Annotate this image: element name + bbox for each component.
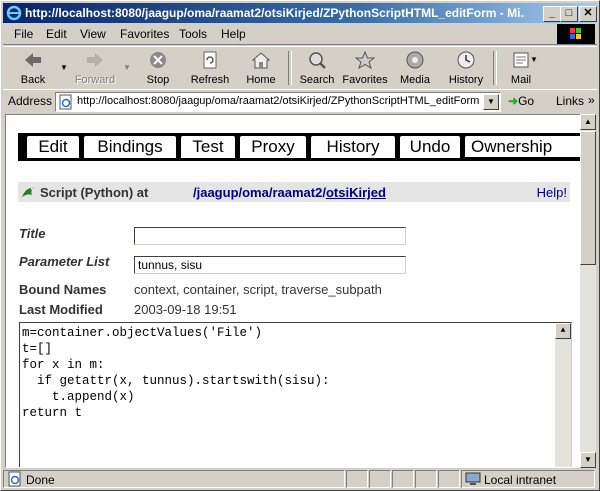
page-scrollbar[interactable]: ▲ ▼: [580, 114, 596, 468]
tab-ownership[interactable]: Ownership: [464, 135, 580, 157]
script-type-label: Script (Python) at: [40, 185, 149, 200]
script-body-text: m=container.objectValues('File') t=[] fo…: [22, 326, 330, 420]
zone-pane: Local intranet: [461, 470, 595, 488]
scrollbar-thumb[interactable]: [580, 131, 596, 265]
scroll-down-icon[interactable]: ▼: [580, 452, 596, 468]
mail-icon: [513, 52, 529, 68]
search-button[interactable]: Search: [291, 49, 343, 87]
menu-view[interactable]: View: [80, 27, 106, 41]
address-dropdown-button[interactable]: ▼: [483, 94, 499, 110]
address-input[interactable]: http://localhost:8080/jaagup/oma/raamat2…: [55, 92, 501, 112]
favorites-star-icon: [354, 50, 376, 70]
status-pane: Done: [3, 470, 345, 488]
forward-button[interactable]: Forward: [69, 49, 121, 87]
address-url: http://localhost:8080/jaagup/oma/raamat2…: [77, 95, 480, 107]
media-icon: [406, 51, 424, 69]
menu-favorites[interactable]: Favorites: [120, 27, 169, 41]
breadcrumb: /jaagup/oma/raamat2/otsiKirjed: [193, 185, 386, 200]
window-title: http://localhost:8080/jaagup/oma/raamat2…: [25, 6, 525, 20]
last-modified-label: Last Modified: [19, 302, 103, 317]
home-icon: [251, 52, 271, 69]
mail-button[interactable]: Mail: [495, 49, 547, 87]
back-arrow-icon: [25, 53, 41, 67]
tab-proxy[interactable]: Proxy: [239, 135, 307, 158]
go-arrow-icon: ➜: [508, 94, 519, 108]
stop-icon: [150, 52, 166, 68]
editor-scroll-up-icon[interactable]: ▲: [555, 323, 571, 339]
mail-dropdown-icon[interactable]: ▼: [530, 55, 538, 64]
status-text: Done: [26, 473, 55, 487]
title-bar[interactable]: http://localhost:8080/jaagup/oma/raamat2…: [3, 3, 597, 23]
browser-window: http://localhost:8080/jaagup/oma/raamat2…: [0, 0, 600, 491]
favorites-button[interactable]: Favorites: [339, 49, 391, 87]
status-pane-empty: [438, 470, 460, 488]
status-pane-empty: [346, 470, 368, 488]
menu-help[interactable]: Help: [221, 27, 246, 41]
title-label: Title: [19, 226, 46, 241]
menu-file[interactable]: File: [14, 27, 33, 41]
windows-flag-icon: [570, 28, 581, 39]
last-modified-value: 2003-09-18 19:51: [134, 302, 237, 317]
tab-undo[interactable]: Undo: [399, 135, 461, 158]
status-pane-empty: [415, 470, 437, 488]
page-icon: [59, 94, 72, 110]
forward-dropdown-icon[interactable]: ▼: [123, 63, 131, 72]
status-bar: Done Local intranet: [3, 470, 597, 488]
stop-button[interactable]: Stop: [132, 49, 184, 87]
menu-bar: File Edit View Favorites Tools Help: [3, 24, 597, 45]
history-button[interactable]: History: [440, 49, 492, 87]
refresh-button[interactable]: Refresh: [184, 49, 236, 87]
menu-tools[interactable]: Tools: [179, 27, 207, 41]
media-button[interactable]: Media: [389, 49, 441, 87]
local-intranet-icon: [465, 472, 481, 485]
parameter-list-label: Parameter List: [19, 254, 110, 269]
forward-arrow-icon: [87, 53, 103, 67]
help-link[interactable]: Help!: [537, 185, 567, 200]
tab-edit[interactable]: Edit: [26, 135, 80, 158]
status-pane-empty: [392, 470, 414, 488]
tab-bindings[interactable]: Bindings: [83, 135, 177, 158]
address-label: Address: [8, 94, 53, 108]
title-input[interactable]: [134, 227, 406, 245]
go-button[interactable]: ➜Go: [508, 94, 534, 108]
tab-test[interactable]: Test: [180, 135, 236, 158]
page-done-icon: [8, 471, 21, 487]
home-button[interactable]: Home: [235, 49, 287, 87]
links-more-icon[interactable]: »: [588, 93, 595, 107]
script-body-editor[interactable]: m=container.objectValues('File') t=[] fo…: [19, 322, 572, 467]
menu-edit[interactable]: Edit: [46, 27, 67, 41]
editor-scrollbar[interactable]: ▲: [555, 323, 571, 467]
search-icon: [309, 52, 326, 69]
maximize-button[interactable]: □: [560, 6, 578, 22]
page-content: Edit Bindings Test Proxy History Undo Ow…: [5, 114, 581, 468]
back-button[interactable]: Back: [7, 49, 59, 87]
bound-names-label: Bound Names: [19, 282, 107, 297]
tab-history[interactable]: History: [310, 135, 396, 158]
close-button[interactable]: ✕: [579, 6, 597, 22]
toolbar: Back ▼ Forward ▼ Stop Refresh Home Searc…: [3, 46, 597, 90]
breadcrumb-path[interactable]: /jaagup/oma/raamat2/: [193, 185, 326, 200]
breadcrumb-current[interactable]: otsiKirjed: [326, 185, 386, 200]
back-dropdown-icon[interactable]: ▼: [60, 63, 68, 72]
status-pane-empty: [369, 470, 391, 488]
minimize-button[interactable]: _: [543, 6, 561, 22]
parameter-list-input[interactable]: [134, 256, 406, 274]
address-bar: Address http://localhost:8080/jaagup/oma…: [3, 89, 597, 112]
bound-names-value: context, container, script, traverse_sub…: [134, 282, 382, 297]
internet-explorer-icon: [6, 5, 22, 21]
windows-logo: [557, 24, 595, 44]
python-script-icon: [22, 187, 34, 197]
history-clock-icon: [457, 51, 475, 69]
scroll-up-icon[interactable]: ▲: [580, 114, 596, 130]
refresh-icon: [203, 51, 217, 69]
links-button[interactable]: Links: [556, 94, 584, 108]
security-zone-text: Local intranet: [484, 473, 557, 487]
script-header: Script (Python) at /jaagup/oma/raamat2/o…: [18, 182, 570, 202]
